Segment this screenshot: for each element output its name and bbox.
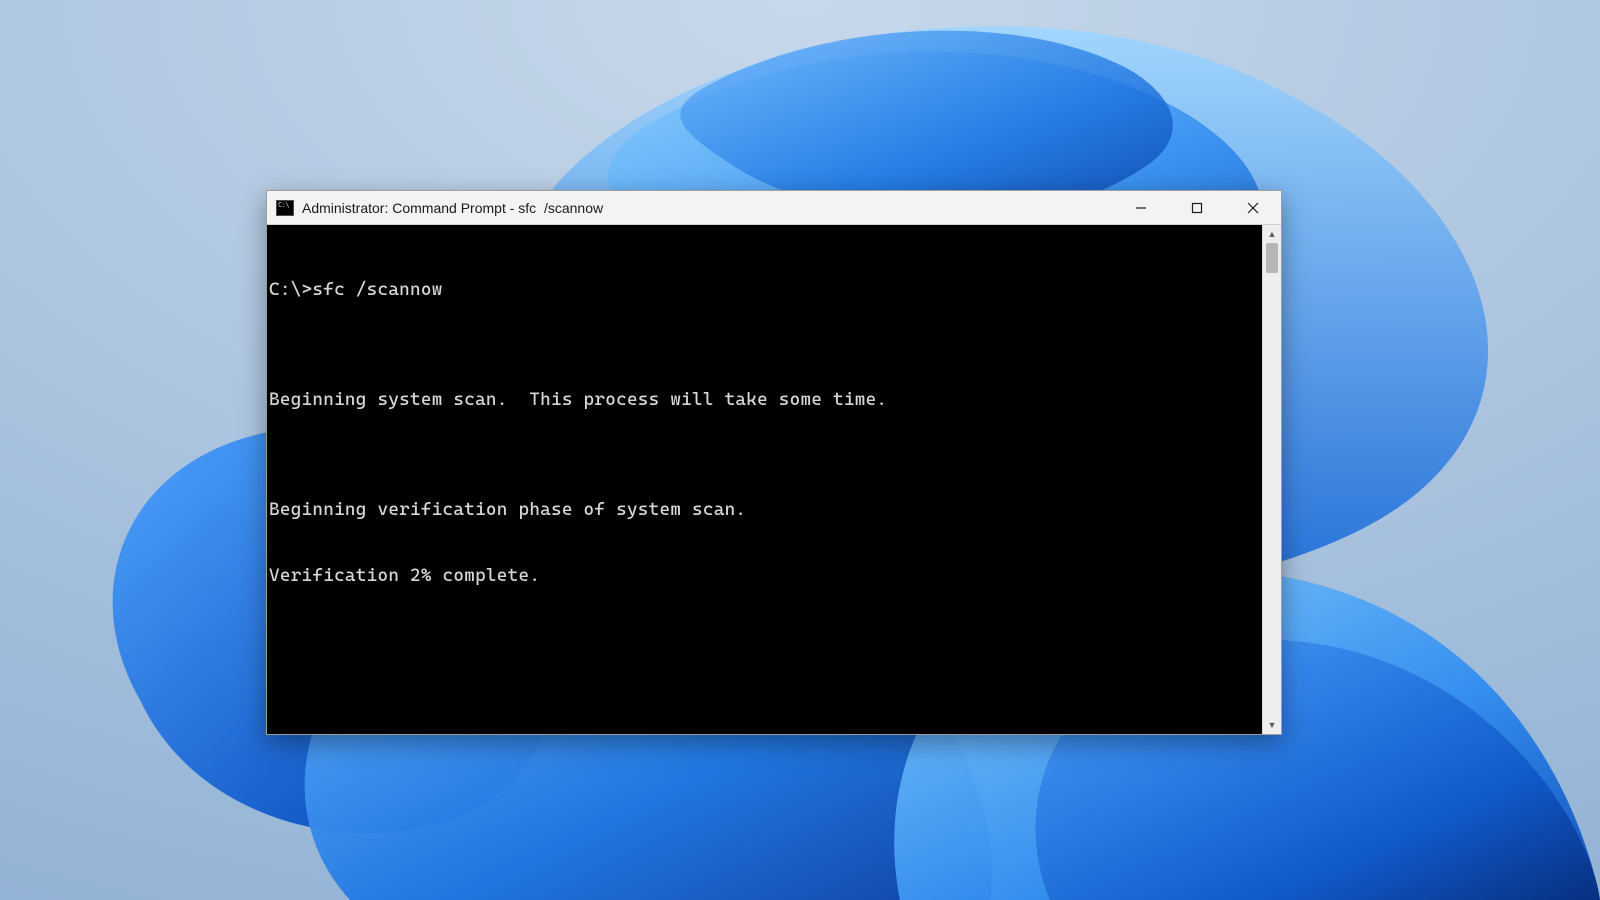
window-title: Administrator: Command Prompt - sfc /sca… (302, 200, 603, 216)
console-line: Beginning system scan. This process will… (267, 389, 1262, 411)
console-line: C:\>sfc /scannow (267, 279, 1262, 301)
scrollbar-track[interactable] (1263, 243, 1281, 716)
client-area: C:\>sfc /scannow Beginning system scan. … (267, 225, 1281, 734)
titlebar[interactable]: Administrator: Command Prompt - sfc /sca… (267, 191, 1281, 225)
vertical-scrollbar[interactable]: ▲ ▼ (1262, 225, 1281, 734)
minimize-button[interactable] (1113, 191, 1169, 224)
window-controls (1113, 191, 1281, 224)
maximize-button[interactable] (1169, 191, 1225, 224)
console-output[interactable]: C:\>sfc /scannow Beginning system scan. … (267, 225, 1262, 734)
console-line: Verification 2% complete. (267, 565, 1262, 587)
command-prompt-window[interactable]: Administrator: Command Prompt - sfc /sca… (266, 190, 1282, 735)
scroll-up-arrow-icon[interactable]: ▲ (1263, 225, 1281, 243)
scrollbar-thumb[interactable] (1266, 243, 1278, 273)
cmd-icon (276, 200, 294, 216)
console-line: Beginning verification phase of system s… (267, 499, 1262, 521)
scroll-down-arrow-icon[interactable]: ▼ (1263, 716, 1281, 734)
close-button[interactable] (1225, 191, 1281, 224)
